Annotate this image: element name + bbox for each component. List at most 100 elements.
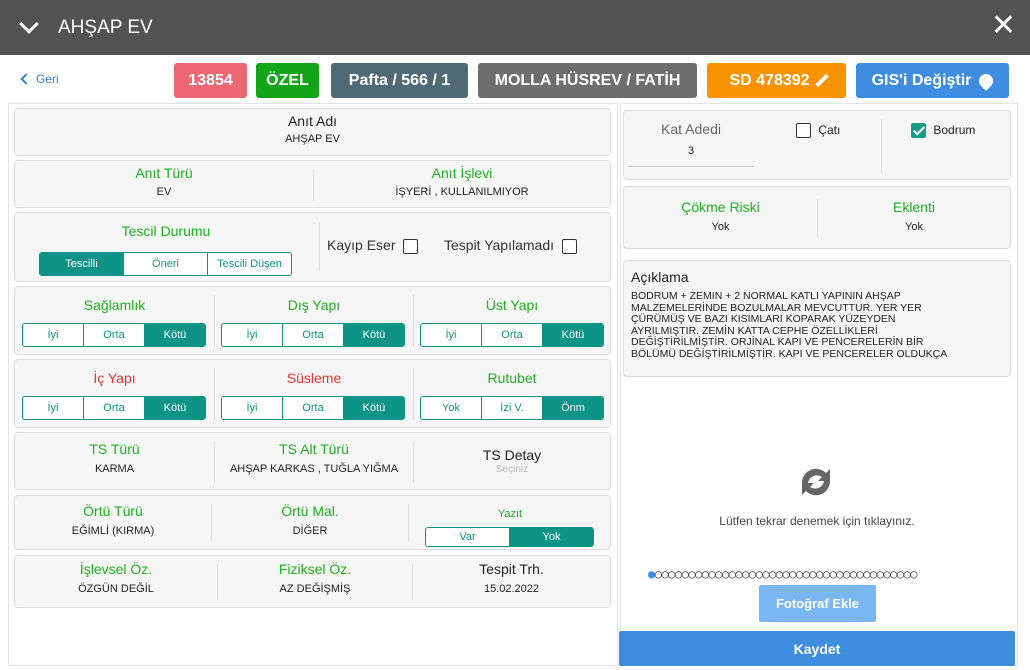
anit-turu-field[interactable]: Anıt Türü EV [15, 165, 313, 198]
anit-islevi-field[interactable]: Anıt İşlevi İŞYERİ , KULLANILMIYOR [314, 165, 610, 198]
tescil-option-tescili-dusen[interactable]: Tescili Düşen [208, 253, 291, 275]
ic-yapi-option-iyi[interactable]: İyi [23, 397, 84, 419]
location-badge: MOLLA HÜSREV / FATİH [478, 63, 697, 98]
ts-card: TS Türü KARMA TS Alt Türü AHŞAP KARKAS ,… [14, 432, 611, 490]
kayip-eser-checkbox[interactable] [403, 238, 419, 254]
ts-alt-turu-field[interactable]: TS Alt Türü AHŞAP KARKAS , TUĞLA YIĞMA [215, 441, 413, 475]
susleme-option-iyi[interactable]: İyi [222, 397, 283, 419]
back-link[interactable]: Geri [20, 72, 59, 86]
cokme-riski-value: Yok [711, 221, 730, 233]
eklenti-field[interactable]: Eklenti Yok [818, 199, 1010, 233]
aciklama-line: DEĞİŞTİRİLMİŞTİR. ORJİNAL KAPI VE PENCER… [631, 336, 924, 348]
divider [319, 223, 320, 271]
cokme-eklenti-card: Çökme Riski Yok Eklenti Yok [623, 186, 1011, 249]
ownership-badge: ÖZEL [256, 63, 319, 98]
kat-adedi-field[interactable]: Kat Adedi 3 [628, 121, 754, 167]
fiziksel-oz-label: Fiziksel Öz. [278, 561, 352, 577]
eklenti-value: Yok [905, 221, 923, 233]
bodrum-label: Bodrum [933, 123, 976, 137]
saglamlik-option-orta[interactable]: Orta [84, 324, 145, 346]
sd-edit-button[interactable]: SD 478392 [707, 63, 846, 98]
susleme-segmented: İyi Orta Kötü [221, 396, 405, 420]
cati-label: Çatı [818, 123, 841, 137]
dis-yapi-label: Dış Yapı [287, 297, 341, 313]
pager-dots[interactable]: ○○○○○○○○○○○○○○○○○○○○○○○○○○○○○○○○○○○○○○○ [655, 567, 918, 581]
pencil-icon [814, 73, 829, 88]
dis-yapi-option-orta[interactable]: Orta [283, 324, 344, 346]
kayip-eser-field[interactable]: Kayıp Eser [327, 237, 419, 254]
rutubet-segmented: Yok İzi V. Önm [420, 396, 604, 420]
chevron-down-icon[interactable] [19, 13, 39, 34]
ts-turu-value: KARMA [94, 463, 135, 475]
rutubet-option-yok[interactable]: Yok [421, 397, 482, 419]
ic-yapi-label: İç Yapı [93, 370, 136, 386]
saglamlik-label: Sağlamlık [83, 297, 146, 313]
anit-adi-value: AHŞAP EV [285, 133, 340, 145]
dis-yapi-option-kotu[interactable]: Kötü [344, 324, 404, 346]
susleme-option-orta[interactable]: Orta [283, 397, 344, 419]
fiziksel-oz-field[interactable]: Fiziksel Öz. AZ DEĞİŞMİŞ [218, 561, 412, 595]
pafta-badge: Pafta / 566 / 1 [331, 63, 468, 98]
ortu-turu-field[interactable]: Örtü Türü EĞİMLİ (KIRMA) [15, 503, 211, 537]
tespit-trh-field[interactable]: Tespit Trh. 15.02.2022 [413, 561, 610, 595]
chevron-left-icon [20, 73, 32, 85]
bodrum-field[interactable]: Bodrum [911, 123, 976, 139]
tespit-yapilamadi-checkbox[interactable] [561, 238, 577, 254]
photo-pager[interactable]: ●○○○○○○○○○○○○○○○○○○○○○○○○○○○○○○○○○○○○○○○ [648, 567, 918, 581]
anit-islevi-value: İŞYERİ , KULLANILMIYOR [395, 186, 529, 198]
aciklama-line: ÇÜRÜMÜŞ VE BAZI KISIMLARI KOPARAK YÜZEYD… [631, 313, 896, 325]
cokme-riski-label: Çökme Riski [681, 199, 760, 215]
ortu-mal-label: Örtü Mal. [281, 503, 339, 519]
aciklama-card[interactable]: Açıklama BODRUM + ZEMİN + 2 NORMAL KATLI… [623, 260, 1011, 377]
ortu-mal-field[interactable]: Örtü Mal. DİĞER [212, 503, 408, 537]
yazit-option-var[interactable]: Var [426, 528, 510, 546]
yazit-option-yok[interactable]: Yok [510, 528, 593, 546]
add-photo-button[interactable]: Fotoğraf Ekle [759, 585, 876, 622]
gis-change-button[interactable]: GIS'i Değiştir [856, 63, 1009, 98]
window-title: AHŞAP EV [58, 16, 153, 38]
ic-yapi-option-orta[interactable]: Orta [84, 397, 145, 419]
ust-yapi-option-iyi[interactable]: İyi [421, 324, 482, 346]
ust-yapi-option-kotu[interactable]: Kötü [543, 324, 603, 346]
anit-adi-card[interactable]: Anıt Adı AHŞAP EV [14, 108, 611, 156]
susleme-option-kotu[interactable]: Kötü [344, 397, 404, 419]
cati-field[interactable]: Çatı [796, 123, 841, 139]
save-button[interactable]: Kaydet [619, 631, 1015, 666]
ts-detay-placeholder: Seçiniz [495, 464, 529, 475]
tescil-label: Tescil Durumu [121, 223, 211, 239]
divider [881, 119, 882, 173]
tespit-trh-value: 15.02.2022 [483, 583, 540, 595]
cati-checkbox[interactable] [796, 123, 811, 139]
yazit-label: Yazıt [497, 508, 523, 520]
islevsel-oz-field[interactable]: İşlevsel Öz. ÖZGÜN DEĞİL [15, 561, 217, 595]
pager-dot-active[interactable]: ● [648, 567, 655, 581]
ts-detay-field[interactable]: TS Detay Seçiniz [414, 447, 610, 475]
ts-alt-turu-label: TS Alt Türü [279, 441, 349, 457]
refresh-icon[interactable] [796, 465, 836, 499]
saglamlik-option-iyi[interactable]: İyi [23, 324, 84, 346]
bodrum-checkbox[interactable] [911, 123, 926, 139]
cokme-riski-field[interactable]: Çökme Riski Yok [624, 199, 817, 233]
back-label: Geri [36, 72, 59, 86]
tescil-option-oneri[interactable]: Öneri [124, 253, 208, 275]
ic-yapi-segmented: İyi Orta Kötü [22, 396, 206, 420]
kat-card: Kat Adedi 3 Çatı Bodrum [623, 110, 1011, 180]
tespit-yapilamadi-field[interactable]: Tespit Yapılamadı [444, 237, 577, 254]
ust-yapi-option-orta[interactable]: Orta [482, 324, 543, 346]
rutubet-option-izi-v[interactable]: İzi V. [482, 397, 543, 419]
ortu-turu-label: Örtü Türü [83, 503, 143, 519]
rutubet-option-onm[interactable]: Önm [543, 397, 603, 419]
susleme-label: Süsleme [286, 370, 342, 386]
retry-text[interactable]: Lütfen tekrar denemek için tıklayınız. [623, 514, 1011, 528]
islevsel-oz-value: ÖZGÜN DEĞİL [78, 583, 154, 595]
ts-turu-field[interactable]: TS Türü KARMA [15, 441, 214, 475]
close-icon[interactable]: ✕ [991, 11, 1016, 41]
dis-yapi-option-iyi[interactable]: İyi [222, 324, 283, 346]
islevsel-oz-label: İşlevsel Öz. [79, 561, 153, 577]
tescil-option-tescilli[interactable]: Tescilli [40, 253, 124, 275]
kat-adedi-label: Kat Adedi [661, 121, 721, 137]
map-pin-icon [976, 70, 997, 91]
ic-yapi-option-kotu[interactable]: Kötü [145, 397, 205, 419]
saglamlik-option-kotu[interactable]: Kötü [145, 324, 205, 346]
aciklama-line: BODRUM + ZEMİN + 2 NORMAL KATLI YAPININ … [631, 291, 901, 302]
